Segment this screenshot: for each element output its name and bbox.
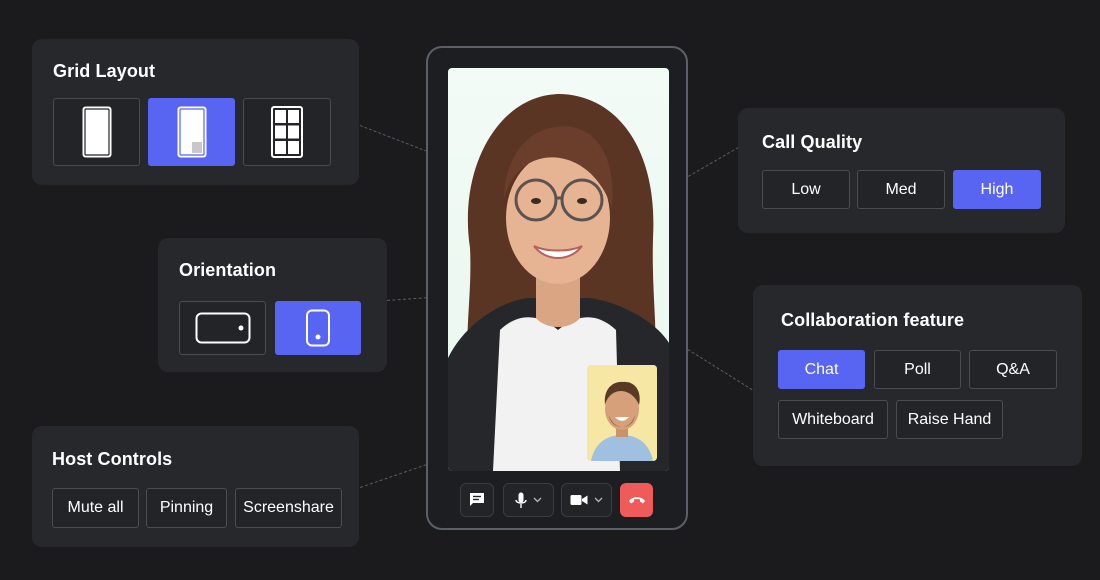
whiteboard-button[interactable]: Whiteboard	[778, 400, 888, 439]
screenshare-button[interactable]: Screenshare	[235, 488, 342, 528]
chevron-down-icon	[594, 497, 603, 503]
end-call-button[interactable]	[620, 483, 653, 517]
connector-grid	[359, 125, 428, 152]
raise-hand-button[interactable]: Raise Hand	[896, 400, 1003, 439]
camera-icon	[570, 495, 588, 505]
microphone-control-button[interactable]	[503, 483, 554, 517]
quality-high-button[interactable]: High	[953, 170, 1041, 209]
self-participant-video	[587, 365, 657, 461]
host-controls-title: Host Controls	[52, 449, 173, 469]
grid-option-grid[interactable]	[243, 98, 331, 166]
host-controls-panel: Host Controls Mute all Pinning Screensha…	[32, 426, 359, 547]
chat-button[interactable]: Chat	[778, 350, 865, 389]
grid-layout-panel: Grid Layout	[32, 39, 359, 185]
call-quality-title: Call Quality	[762, 132, 863, 152]
quality-low-button[interactable]: Low	[762, 170, 850, 209]
grid-view-icon	[271, 106, 303, 158]
grid-layout-title: Grid Layout	[53, 61, 156, 81]
orientation-panel: Orientation	[158, 238, 387, 372]
camera-control-button[interactable]	[561, 483, 612, 517]
single-view-icon	[82, 106, 111, 158]
orientation-portrait[interactable]	[275, 301, 361, 355]
spotlight-view-icon	[177, 106, 206, 158]
orientation-landscape[interactable]	[179, 301, 266, 355]
connector-collab	[687, 349, 753, 391]
mute-all-button[interactable]: Mute all	[52, 488, 139, 528]
chat-icon	[470, 493, 484, 506]
grid-option-single[interactable]	[53, 98, 140, 166]
landscape-icon	[195, 312, 250, 344]
self-view-video[interactable]	[587, 365, 657, 461]
qa-button[interactable]: Q&A	[969, 350, 1057, 389]
call-quality-panel: Call Quality Low Med High	[738, 108, 1065, 233]
microphone-icon	[515, 492, 527, 508]
connector-quality	[688, 147, 739, 177]
collaboration-title: Collaboration feature	[781, 310, 965, 330]
chevron-down-icon	[533, 497, 542, 503]
end-call-icon	[628, 497, 645, 504]
connector-host	[360, 464, 427, 488]
orientation-title: Orientation	[179, 260, 277, 280]
connector-orientation	[387, 297, 427, 301]
chat-control-button[interactable]	[460, 483, 494, 517]
pinning-button[interactable]: Pinning	[146, 488, 227, 528]
poll-button[interactable]: Poll	[874, 350, 961, 389]
portrait-icon	[306, 309, 330, 347]
quality-med-button[interactable]: Med	[857, 170, 945, 209]
grid-option-spotlight[interactable]	[148, 98, 235, 166]
collaboration-panel: Collaboration feature Chat Poll Q&A Whit…	[753, 285, 1082, 466]
